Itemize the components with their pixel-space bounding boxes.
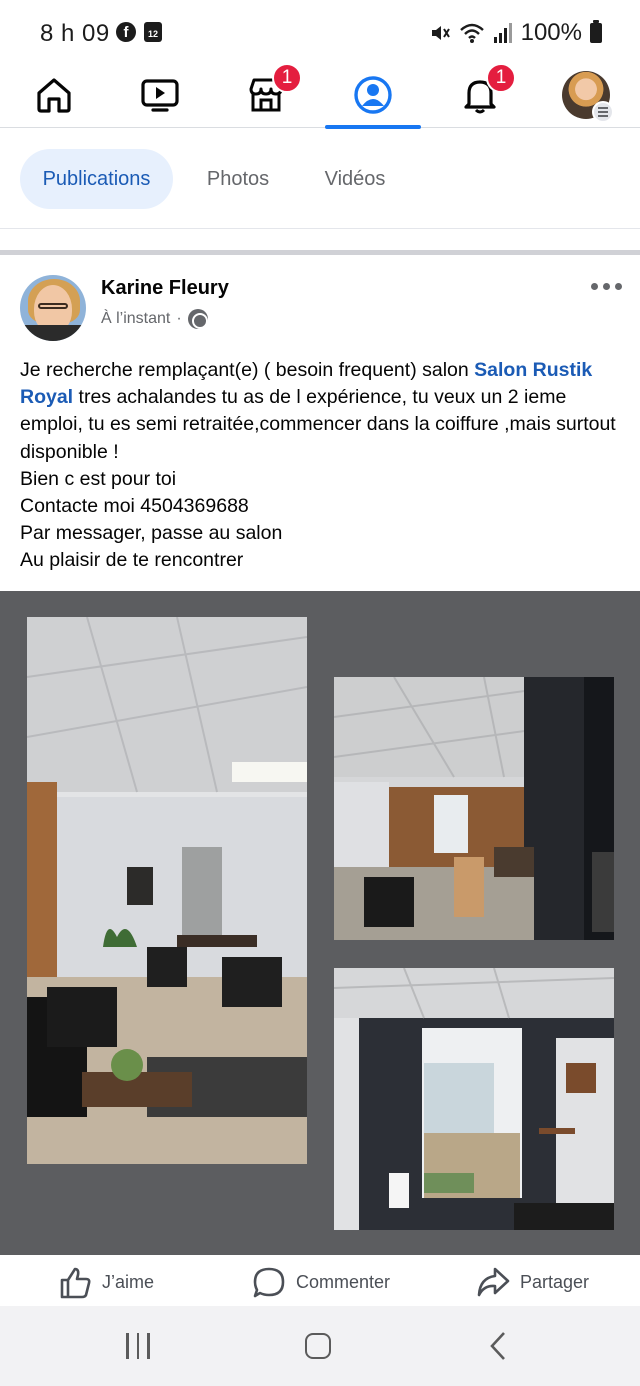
recent-apps-button[interactable] [108,1328,168,1364]
tab-publications[interactable]: Publications [20,149,173,209]
post-timestamp[interactable]: À l’instant [101,310,170,328]
post-line: Contacte moi 4504369688 [20,495,249,518]
status-bar: 8 h 09 f 12 100% [0,0,640,66]
author-name[interactable]: Karine Fleury [101,277,229,300]
menu-icon [592,101,614,123]
thumbs-up-icon [60,1267,91,1299]
back-button[interactable] [468,1328,528,1364]
meta-separator: · [176,310,182,327]
marketplace-badge: 1 [272,63,302,93]
facebook-icon: f [116,22,136,42]
signal-icon [493,23,512,43]
calendar-icon: 12 [144,22,162,42]
post-photo-2[interactable] [334,677,614,940]
back-arrow-icon [490,1332,505,1360]
profile-tabs: Publications Photos Vidéos [0,129,640,229]
profile-icon [354,76,392,114]
tab-videos[interactable]: Vidéos [305,149,405,209]
menu-profile-thumbnail [562,71,614,123]
comment-icon [253,1267,285,1298]
battery-level: 100% [520,19,582,46]
top-navigation: 1 1 [0,62,640,129]
post-actions: J’aime Commenter Partager [0,1255,640,1305]
like-button[interactable]: J’aime [58,1265,154,1299]
home-icon [37,78,71,113]
mute-icon [431,26,450,40]
share-icon [477,1267,510,1297]
post-line: Au plaisir de te rencontrer [20,549,244,572]
nav-notifications[interactable]: 1 [432,62,528,128]
post-line: Par messager, passe au salon [20,522,283,545]
comment-label: Commenter [296,1271,391,1292]
author-avatar[interactable] [20,275,86,341]
nav-profile[interactable] [325,62,421,129]
more-options-button[interactable] [591,283,622,290]
home-button[interactable] [288,1328,348,1364]
nav-home[interactable] [6,62,102,128]
status-time: 8 h 09 [40,20,110,47]
nav-menu[interactable] [538,62,634,128]
post-line: Bien c est pour toi [20,467,177,490]
share-button[interactable]: Partager [476,1265,589,1299]
share-label: Partager [520,1271,590,1292]
video-icon [141,79,179,112]
post-meta: À l’instant · [101,309,208,329]
nav-video[interactable] [112,62,208,128]
globe-icon [187,309,208,329]
post-text: Je recherche remplaçant(e) ( besoin freq… [20,359,616,572]
like-label: J’aime [102,1271,155,1292]
post-photo-1[interactable] [27,617,307,1164]
battery-icon [590,20,602,43]
tab-photos[interactable]: Photos [190,149,286,209]
system-navigation-bar [0,1306,640,1386]
post-photo-3[interactable] [334,968,614,1230]
post-card: Karine Fleury À l’instant · Je recherche… [0,255,640,1305]
wifi-icon [459,23,484,43]
notifications-badge: 1 [486,63,516,93]
nav-marketplace[interactable]: 1 [218,62,314,128]
home-square-icon [305,1333,331,1359]
comment-button[interactable]: Commenter [252,1265,390,1299]
photo-gallery [0,591,640,1255]
